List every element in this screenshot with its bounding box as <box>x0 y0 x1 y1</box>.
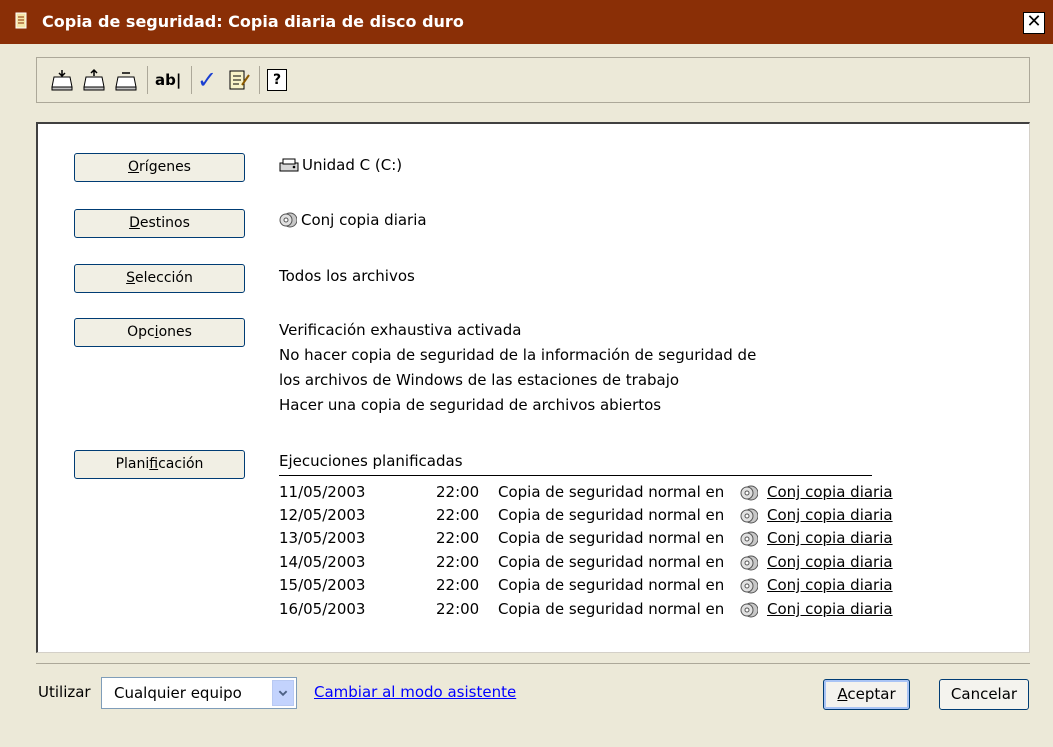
option-line: los archivos de Windows de las estacione… <box>279 371 680 389</box>
schedule-time: 22:00 <box>436 600 480 618</box>
schedule-time: 22:00 <box>436 553 480 571</box>
help-icon[interactable]: ? <box>267 69 287 91</box>
schedule-text: Copia de seguridad normal en <box>498 576 725 594</box>
footer-divider <box>36 663 1030 664</box>
destinations-value: Conj copia diaria <box>279 211 427 229</box>
checkmark-icon[interactable]: ✓ <box>197 67 223 93</box>
backup-job-icon <box>15 12 27 29</box>
options-values: Verificación exhaustiva activada No hace… <box>279 318 756 418</box>
disc-icon <box>740 578 758 594</box>
origins-value: Unidad C (C:) <box>279 156 402 174</box>
close-button[interactable]: ✕ <box>1023 12 1045 34</box>
schedule-date: 14/05/2003 <box>279 553 366 571</box>
backup-dialog: Copia de seguridad: Copia diaria de disc… <box>0 0 1053 747</box>
schedule-date: 16/05/2003 <box>279 600 366 618</box>
disc-icon <box>740 555 758 571</box>
options-button[interactable]: Opciones <box>74 318 245 347</box>
toolbar-separator <box>191 66 192 94</box>
disc-icon <box>279 212 297 228</box>
schedule-time: 22:00 <box>436 483 480 501</box>
cancel-button[interactable]: Cancelar <box>939 679 1029 710</box>
schedule-text: Copia de seguridad normal en <box>498 483 725 501</box>
selection-value: Todos los archivos <box>279 267 415 285</box>
disc-icon <box>740 531 758 547</box>
backup-set-link[interactable]: Conj copia diaria <box>767 600 893 618</box>
title-bar: Copia de seguridad: Copia diaria de disc… <box>0 0 1053 44</box>
schedule-text: Copia de seguridad normal en <box>498 553 725 571</box>
schedule-divider <box>279 475 872 476</box>
origins-button[interactable]: Orígenes <box>74 153 245 182</box>
device-select[interactable]: Cualquier equipo <box>101 677 297 709</box>
toolbar-separator <box>259 66 260 94</box>
schedule-text: Copia de seguridad normal en <box>498 506 725 524</box>
schedule-button[interactable]: Planificación <box>74 450 245 479</box>
toolbar-separator <box>147 66 148 94</box>
drive-icon <box>279 158 299 172</box>
schedule-time: 22:00 <box>436 576 480 594</box>
backup-set-link[interactable]: Conj copia diaria <box>767 553 893 571</box>
close-icon: ✕ <box>1026 11 1042 32</box>
schedule-text: Copia de seguridad normal en <box>498 600 725 618</box>
disc-icon <box>740 508 758 524</box>
rename-icon[interactable]: ab| <box>155 67 185 93</box>
tray-up-icon[interactable] <box>81 67 107 93</box>
selection-button[interactable]: Selección <box>74 264 245 293</box>
use-label: Utilizar <box>38 683 91 701</box>
notepad-icon[interactable] <box>225 67 251 93</box>
toolbar: ab| ✓ ? <box>36 57 1030 103</box>
device-select-value: Cualquier equipo <box>114 684 242 702</box>
tray-icon[interactable] <box>113 67 139 93</box>
disc-icon <box>740 485 758 501</box>
schedule-date: 15/05/2003 <box>279 576 366 594</box>
chevron-down-icon[interactable] <box>272 680 294 706</box>
backup-set-link[interactable]: Conj copia diaria <box>767 529 893 547</box>
backup-set-link[interactable]: Conj copia diaria <box>767 483 893 501</box>
backup-set-link[interactable]: Conj copia diaria <box>767 576 893 594</box>
option-line: Hacer una copia de seguridad de archivos… <box>279 396 662 414</box>
destinations-button[interactable]: Destinos <box>74 209 245 238</box>
option-line: Verificación exhaustiva activada <box>279 321 522 339</box>
schedule-date: 12/05/2003 <box>279 506 366 524</box>
accept-button[interactable]: Aceptar <box>823 679 910 710</box>
wizard-mode-link[interactable]: Cambiar al modo asistente <box>314 683 516 701</box>
schedule-time: 22:00 <box>436 529 480 547</box>
backup-set-link[interactable]: Conj copia diaria <box>767 506 893 524</box>
option-line: No hacer copia de seguridad de la inform… <box>279 346 757 364</box>
tray-icon[interactable] <box>49 67 75 93</box>
schedule-date: 13/05/2003 <box>279 529 366 547</box>
summary-panel: Orígenes Unidad C (C:) Destinos Conj cop… <box>36 122 1030 653</box>
schedule-date: 11/05/2003 <box>279 483 366 501</box>
window-title: Copia de seguridad: Copia diaria de disc… <box>42 12 464 31</box>
disc-icon <box>740 602 758 618</box>
schedule-text: Copia de seguridad normal en <box>498 529 725 547</box>
schedule-heading: Ejecuciones planificadas <box>279 452 463 470</box>
schedule-time: 22:00 <box>436 506 480 524</box>
